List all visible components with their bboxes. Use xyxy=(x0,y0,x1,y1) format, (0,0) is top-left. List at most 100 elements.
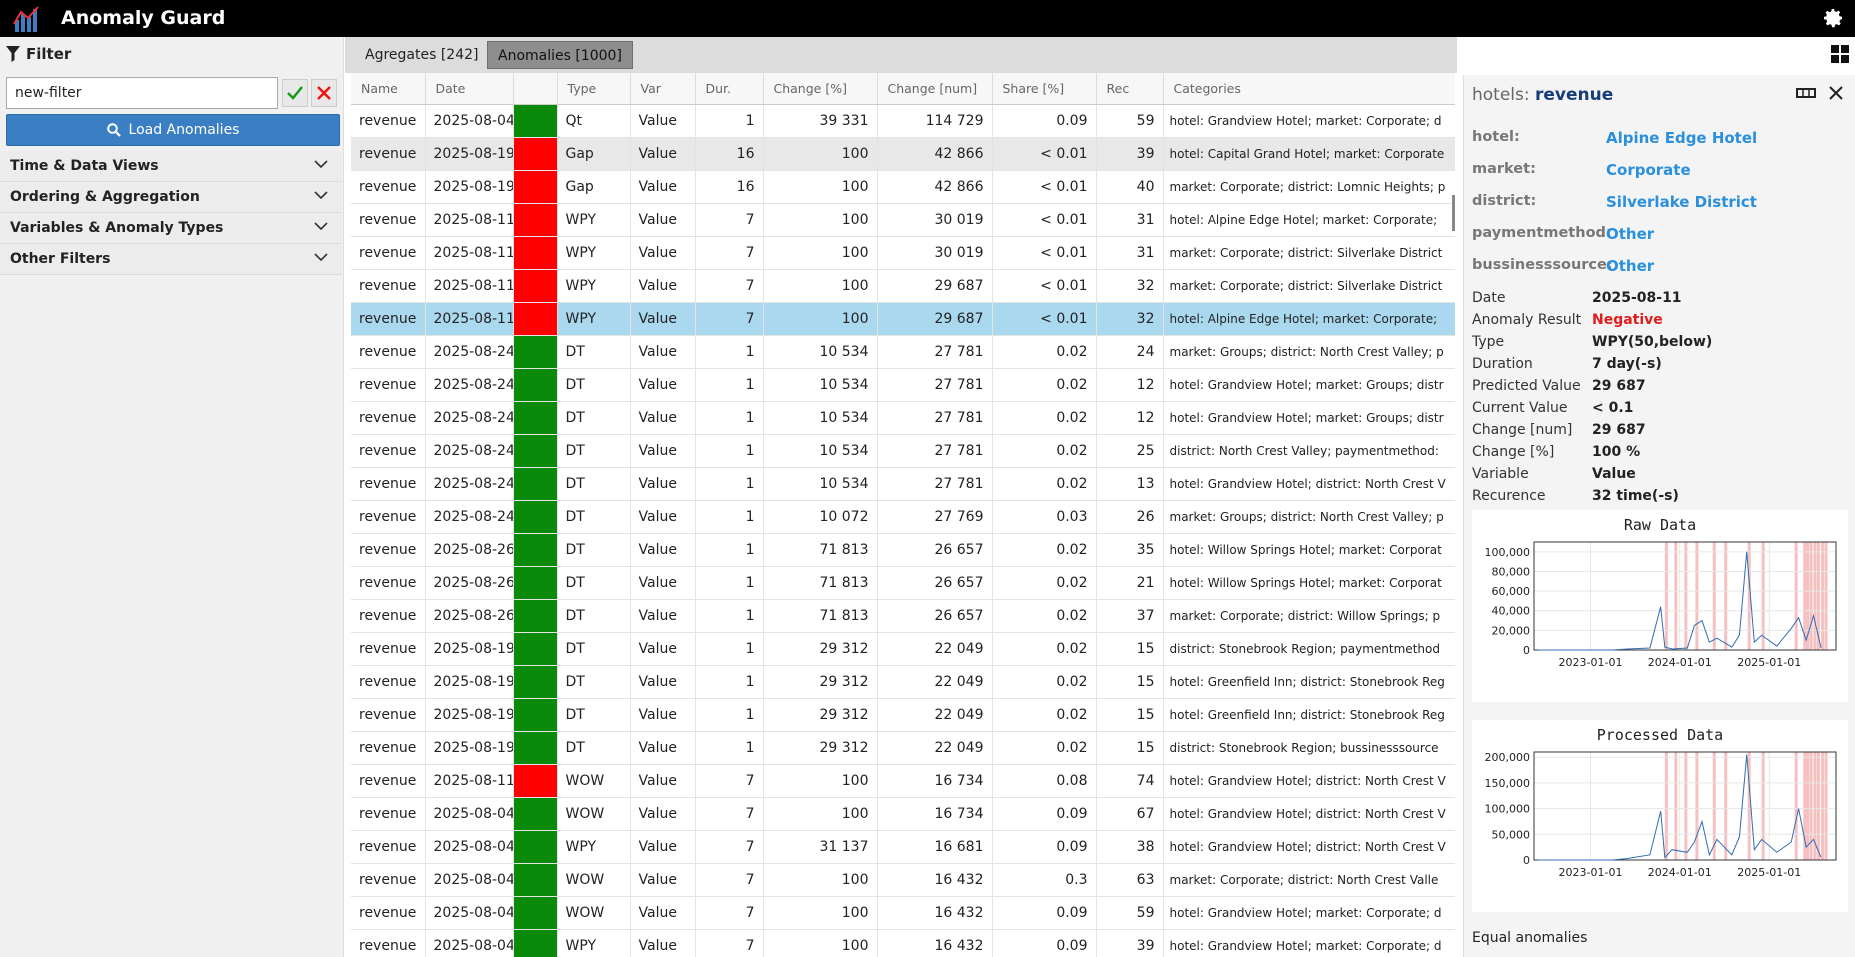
table-row[interactable]: revenue 2025-08-04 WOW Value 7 100 16 734 0.09 6… xyxy=(351,797,1455,831)
col-date-header[interactable]: Date xyxy=(425,73,514,105)
table-row[interactable]: revenue 2025-08-24 DT Value 1 10 534 27 781 0.0… xyxy=(351,434,1455,468)
col-rec-header[interactable]: Rec xyxy=(1096,73,1164,105)
grid-layout-icon[interactable] xyxy=(1830,44,1850,64)
table-row[interactable]: revenue 2025-08-11 WPY Value 7 100 30 019 < 0.0… xyxy=(351,203,1455,237)
col-change-pct-cell: 10 534 xyxy=(763,368,878,402)
col-name-header[interactable]: Name xyxy=(351,73,426,105)
col-type-header[interactable]: Type xyxy=(557,73,631,105)
col-change-num-cell: 27 781 xyxy=(877,434,993,468)
col-share-cell: 0.02 xyxy=(992,401,1097,435)
col-change-num-cell: 26 657 xyxy=(877,599,993,633)
load-anomalies-button[interactable]: Load Anomalies xyxy=(6,114,340,146)
col-type-cell: DT xyxy=(557,335,631,369)
col-duration-header[interactable]: Dur. xyxy=(695,73,764,105)
property-row: Duration 7 day(-s) xyxy=(1472,354,1852,376)
col-change-pct-cell: 100 xyxy=(763,863,878,897)
table-row[interactable]: revenue 2025-08-11 WPY Value 7 100 29 687 < 0.0… xyxy=(351,269,1455,303)
col-var-cell: Value xyxy=(630,467,696,501)
dimension-value-link[interactable]: Alpine Edge Hotel xyxy=(1606,129,1757,147)
col-change-num-cell: 27 781 xyxy=(877,335,993,369)
anomaly-band xyxy=(1724,542,1728,650)
table-row[interactable]: revenue 2025-08-19 DT Value 1 29 312 22 049 0.0… xyxy=(351,632,1455,666)
dimension-key: bussinesssource: xyxy=(1472,257,1613,273)
col-share-cell: 0.02 xyxy=(992,632,1097,666)
col-share-cell: 0.02 xyxy=(992,434,1097,468)
col-type-cell: WPY xyxy=(557,302,631,336)
col-duration-cell: 1 xyxy=(695,104,764,138)
table-row[interactable]: revenue 2025-08-26 DT Value 1 71 813 26 657 0.0… xyxy=(351,599,1455,633)
expand-panel-icon[interactable] xyxy=(1796,87,1816,99)
col-var-header[interactable]: Var xyxy=(630,73,696,105)
table-row[interactable]: revenue 2025-08-19 DT Value 1 29 312 22 049 0.0… xyxy=(351,698,1455,732)
col-categories-cell: district: North Crest Valley; paymentmet… xyxy=(1163,434,1455,468)
table-row[interactable]: revenue 2025-08-04 WOW Value 7 100 16 432 0.09 5… xyxy=(351,896,1455,930)
col-var-cell: Value xyxy=(630,566,696,600)
anomaly-direction-flag xyxy=(513,599,558,633)
table-row[interactable]: revenue 2025-08-19 Gap Value 16 100 42 866 < 0.… xyxy=(351,170,1455,204)
search-icon xyxy=(106,123,121,137)
table-row[interactable]: revenue 2025-08-11 WPY Value 7 100 29 687 < 0.0… xyxy=(351,302,1455,336)
raw-data-chart: Raw Data 100,000 80,000 60,000 40,000 20,000… xyxy=(1472,510,1848,702)
col-share-cell: 0.02 xyxy=(992,533,1097,567)
property-row: Anomaly Result Negative xyxy=(1472,310,1852,332)
col-rec-cell: 63 xyxy=(1096,863,1164,897)
col-share-header[interactable]: Share [%] xyxy=(992,73,1097,105)
col-change-pct-cell: 100 xyxy=(763,203,878,237)
table-row[interactable]: revenue 2025-08-19 DT Value 1 29 312 22 049 0.0… xyxy=(351,665,1455,699)
section-variables-anomaly-types[interactable]: Variables & Anomaly Types xyxy=(0,213,342,244)
table-row[interactable]: revenue 2025-08-11 WOW Value 7 100 16 734 0.08 7… xyxy=(351,764,1455,798)
col-change-pct-cell: 100 xyxy=(763,236,878,270)
col-rec-cell: 12 xyxy=(1096,401,1164,435)
confirm-filter-button[interactable] xyxy=(282,79,308,107)
table-row[interactable]: revenue 2025-08-26 DT Value 1 71 813 26 657 0.0… xyxy=(351,533,1455,567)
col-share-cell: 0.02 xyxy=(992,368,1097,402)
dimension-value-link[interactable]: Other xyxy=(1606,225,1654,243)
col-rec-cell: 12 xyxy=(1096,368,1164,402)
table-row[interactable]: revenue 2025-08-04 WPY Value 7 100 16 432 0.09 3… xyxy=(351,929,1455,957)
col-type-cell: DT xyxy=(557,401,631,435)
table-row[interactable]: revenue 2025-08-19 Gap Value 16 100 42 866 < 0.… xyxy=(351,137,1455,171)
table-row[interactable]: revenue 2025-08-24 DT Value 1 10 534 27 781 0.0… xyxy=(351,335,1455,369)
x-tick-label: 2025-01-01 xyxy=(1737,866,1801,879)
col-date-cell: 2025-08-24 xyxy=(425,335,514,369)
y-tick-label: 200,000 xyxy=(1485,751,1531,764)
tab-agregates[interactable]: Agregates [242] xyxy=(355,41,488,69)
dimension-value-link[interactable]: Other xyxy=(1606,257,1654,275)
col-change-num-header[interactable]: Change [num] xyxy=(877,73,993,105)
col-date-cell: 2025-08-26 xyxy=(425,533,514,567)
section-time-data-views[interactable]: Time & Data Views xyxy=(0,151,342,182)
col-change-pct-header[interactable]: Change [%] xyxy=(763,73,878,105)
col-date-cell: 2025-08-11 xyxy=(425,302,514,336)
col-duration-cell: 7 xyxy=(695,797,764,831)
col-change-num-cell: 27 769 xyxy=(877,500,993,534)
table-row[interactable]: revenue 2025-08-04 Qt Value 1 39 331 114 729 0.… xyxy=(351,104,1455,138)
dimension-value-link[interactable]: Silverlake District xyxy=(1606,193,1757,211)
table-row[interactable]: revenue 2025-08-24 DT Value 1 10 072 27 769 0.0… xyxy=(351,500,1455,534)
filter-name-input[interactable] xyxy=(6,77,278,109)
table-row[interactable]: revenue 2025-08-11 WPY Value 7 100 30 019 < 0.0… xyxy=(351,236,1455,270)
col-categories-cell: hotel: Alpine Edge Hotel; market: Corpor… xyxy=(1163,302,1455,336)
table-row[interactable]: revenue 2025-08-04 WOW Value 7 100 16 432 0.3 63… xyxy=(351,863,1455,897)
tab-anomalies[interactable]: Anomalies [1000] xyxy=(487,41,633,69)
col-categories-header[interactable]: Categories xyxy=(1163,73,1455,105)
close-icon[interactable] xyxy=(1828,85,1844,101)
col-flag-header[interactable] xyxy=(513,73,558,105)
col-change-num-cell: 26 657 xyxy=(877,566,993,600)
table-row[interactable]: revenue 2025-08-24 DT Value 1 10 534 27 781 0.0… xyxy=(351,368,1455,402)
col-name-cell: revenue xyxy=(351,467,426,501)
table-row[interactable]: revenue 2025-08-24 DT Value 1 10 534 27 781 0.0… xyxy=(351,467,1455,501)
col-name-cell: revenue xyxy=(351,863,426,897)
section-ordering-aggregation[interactable]: Ordering & Aggregation xyxy=(0,182,342,213)
table-row[interactable]: revenue 2025-08-24 DT Value 1 10 534 27 781 0.0… xyxy=(351,401,1455,435)
col-var-cell: Value xyxy=(630,401,696,435)
table-scrollbar[interactable] xyxy=(1452,195,1455,231)
clear-filter-button[interactable] xyxy=(311,79,337,107)
table-row[interactable]: revenue 2025-08-26 DT Value 1 71 813 26 657 0.0… xyxy=(351,566,1455,600)
dimension-value-link[interactable]: Corporate xyxy=(1606,161,1691,179)
col-change-num-cell: 27 781 xyxy=(877,467,993,501)
table-row[interactable]: revenue 2025-08-19 DT Value 1 29 312 22 049 0.0… xyxy=(351,731,1455,765)
section-other-filters[interactable]: Other Filters xyxy=(0,244,342,275)
col-date-cell: 2025-08-04 xyxy=(425,104,514,138)
table-row[interactable]: revenue 2025-08-04 WPY Value 7 31 137 16 681 0.… xyxy=(351,830,1455,864)
gear-icon[interactable] xyxy=(1821,6,1845,30)
